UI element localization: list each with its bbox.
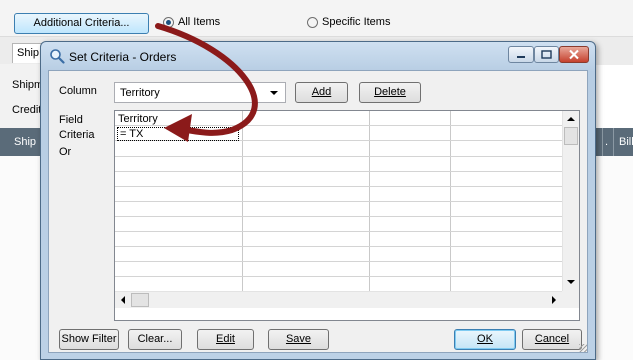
scroll-up-icon[interactable] (563, 111, 579, 127)
criteria-row-label: Criteria (59, 129, 95, 141)
resize-grip-icon[interactable] (579, 344, 587, 352)
grid-row-line (115, 276, 562, 277)
dialog-client-area: Column Territory Add Delete Field Criter… (48, 70, 588, 353)
grid-row-line (115, 125, 562, 126)
column-header-dot[interactable]: . (605, 136, 608, 148)
vertical-scroll-thumb[interactable] (564, 127, 578, 145)
close-button[interactable] (559, 46, 589, 63)
field-row-label: Field (59, 114, 83, 126)
shipment-label: Shipm (12, 79, 44, 91)
scroll-right-icon[interactable] (546, 292, 562, 308)
chevron-down-icon[interactable] (270, 91, 278, 95)
cancel-button[interactable]: Cancel (522, 329, 582, 350)
grid-row-line (115, 246, 562, 247)
column-select[interactable]: Territory (114, 82, 286, 103)
all-items-radio[interactable] (163, 17, 174, 28)
close-icon (569, 49, 579, 60)
grid-row-line (115, 186, 562, 187)
dialog-titlebar[interactable]: Set Criteria - Orders (41, 42, 595, 70)
tab-ship[interactable]: Ship (12, 43, 42, 63)
dialog-title: Set Criteria - Orders (69, 50, 177, 64)
delete-button[interactable]: Delete (359, 82, 421, 103)
column-header-bill[interactable]: Bill- (619, 136, 633, 148)
ok-button[interactable]: OK (454, 329, 516, 350)
or-row-label: Or (59, 146, 72, 158)
grid-row-line (115, 201, 562, 202)
column-separator (613, 128, 614, 156)
all-items-label[interactable]: All Items (178, 16, 220, 28)
column-separator (602, 128, 603, 156)
criteria-grid[interactable]: Territory = TX (114, 110, 580, 321)
grid-row-line (115, 216, 562, 217)
specific-items-label[interactable]: Specific Items (322, 16, 390, 28)
set-criteria-dialog: Set Criteria - Orders Column Territory A… (40, 41, 596, 360)
maximize-icon (541, 50, 552, 59)
save-button[interactable]: Save (268, 329, 329, 350)
scroll-left-icon[interactable] (115, 292, 131, 308)
grid-field-cell[interactable]: Territory (118, 113, 158, 125)
specific-items-radio[interactable] (307, 17, 318, 28)
grid-row-line (115, 261, 562, 262)
show-filter-button[interactable]: Show Filter (59, 329, 119, 350)
column-header-ship[interactable]: Ship (14, 136, 36, 148)
column-label: Column (59, 85, 97, 97)
additional-criteria-button[interactable]: Additional Criteria... (14, 13, 149, 34)
grid-criteria-cell[interactable]: = TX (117, 127, 239, 141)
maximize-button[interactable] (534, 46, 559, 63)
minimize-icon (517, 56, 525, 58)
horizontal-scroll-thumb[interactable] (131, 293, 149, 307)
credit-label: Credit (12, 104, 42, 116)
column-select-value: Territory (120, 87, 160, 99)
minimize-button[interactable] (508, 46, 534, 63)
scrollbar-corner (562, 291, 579, 308)
horizontal-scrollbar[interactable] (115, 291, 562, 308)
add-button[interactable]: Add (295, 82, 348, 103)
edit-button[interactable]: Edit (197, 329, 254, 350)
vertical-scrollbar[interactable] (562, 111, 579, 291)
magnifier-icon (49, 48, 65, 67)
scroll-down-icon[interactable] (563, 274, 579, 290)
grid-row-line (115, 171, 562, 172)
grid-row-line (115, 156, 562, 157)
grid-row-line (115, 231, 562, 232)
clear-button[interactable]: Clear... (128, 329, 182, 350)
